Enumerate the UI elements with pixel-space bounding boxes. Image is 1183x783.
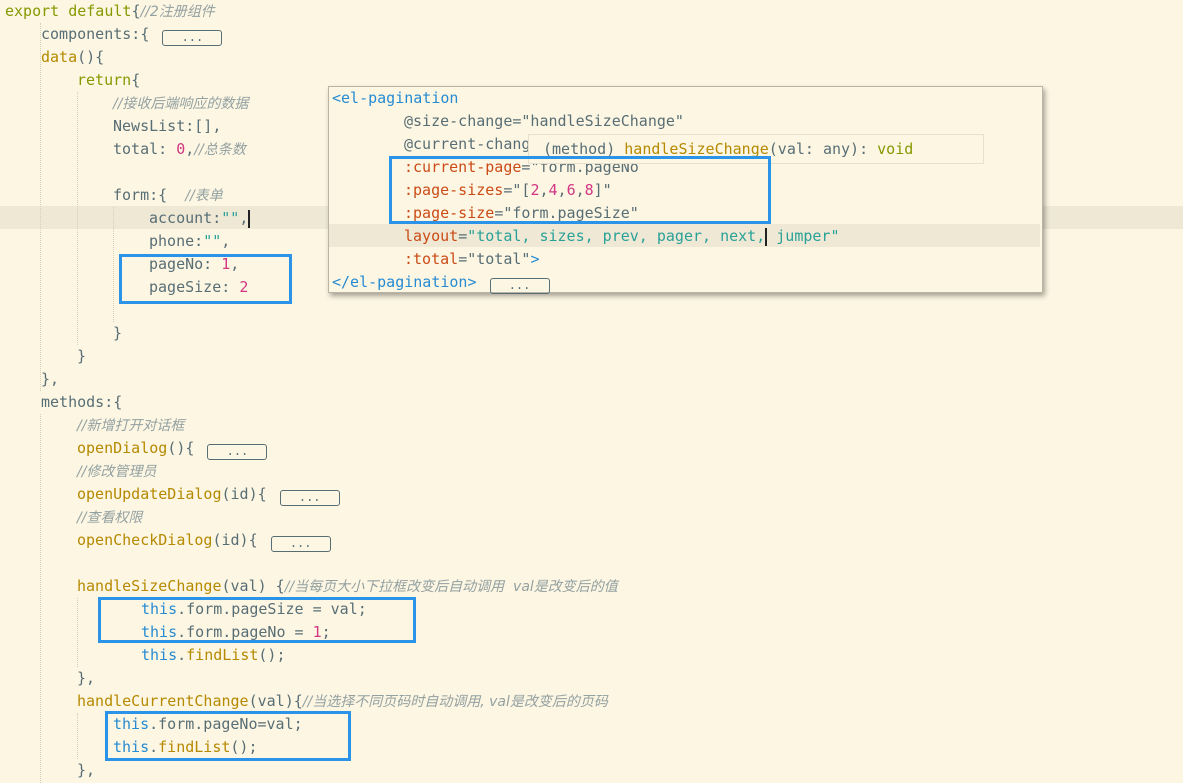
code-line: components:{ ... xyxy=(41,23,223,46)
fold-button[interactable]: ... xyxy=(279,490,340,506)
code-line: //修改管理员 xyxy=(77,464,157,480)
popup-line: </el-pagination> ... xyxy=(332,271,550,294)
indent-guide xyxy=(113,207,115,322)
code-line: methods:{ xyxy=(41,393,123,411)
code-line: openCheckDialog(id){ ... xyxy=(77,529,331,552)
text-cursor xyxy=(248,209,251,228)
code-line: }, xyxy=(77,669,96,687)
code-line: openUpdateDialog(id){ ... xyxy=(77,483,340,506)
fold-button[interactable]: ... xyxy=(162,30,223,46)
code-line: phone:"", xyxy=(149,232,231,250)
indent-guide xyxy=(77,92,79,345)
code-line: NewsList:[], xyxy=(113,117,222,135)
annotation-box xyxy=(389,156,771,224)
indent-guide xyxy=(40,23,42,391)
code-line: handleCurrentChange(val){//当选择不同页码时自动调用,… xyxy=(77,692,608,710)
indent-guide xyxy=(40,414,42,783)
fold-button[interactable]: ... xyxy=(207,444,268,460)
code-line: }, xyxy=(41,370,60,388)
code-line: }, xyxy=(77,761,96,779)
code-line: //查看权限 xyxy=(77,510,143,526)
popup-line: @current-chang xyxy=(404,135,531,153)
popup-line: :total="total"> xyxy=(404,250,540,268)
code-line: openDialog(){ ... xyxy=(77,437,268,460)
annotation-box xyxy=(98,597,416,643)
code-line: form:{ //表单 xyxy=(113,186,223,204)
code-line: //接收后端响应的数据 xyxy=(113,96,249,112)
indent-guide xyxy=(77,713,79,759)
code-line: //新增打开对话框 xyxy=(77,418,185,434)
annotation-box xyxy=(105,711,351,761)
popup-line: @size-change="handleSizeChange" xyxy=(404,112,684,130)
popup-line: <el-pagination xyxy=(332,89,459,107)
code-line: data(){ xyxy=(41,48,105,66)
code-line: } xyxy=(77,347,87,365)
code-line: } xyxy=(113,324,123,342)
code-line: handleSizeChange(val) {//当每页大小下拉框改变后自动调用… xyxy=(77,577,618,595)
code-line: account:"", xyxy=(149,209,251,228)
code-line: return{ xyxy=(77,71,141,89)
code-line: export default{//2注册组件 xyxy=(5,2,215,20)
popup-line: layout="total, sizes, prev, pager, next,… xyxy=(404,227,840,246)
code-line: total: 0,//总条数 xyxy=(113,140,246,158)
code-line: this.findList(); xyxy=(141,646,286,664)
indent-guide xyxy=(77,598,79,667)
fold-button[interactable]: ... xyxy=(270,536,331,552)
fold-button[interactable]: ... xyxy=(489,278,550,294)
annotation-box xyxy=(119,254,292,304)
